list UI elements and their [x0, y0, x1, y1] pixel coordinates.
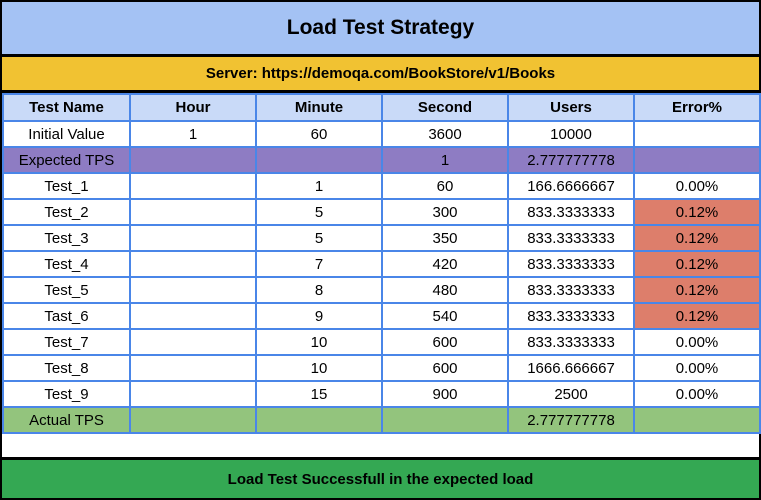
cell-second[interactable] [381, 406, 509, 434]
cell-hour[interactable] [129, 406, 257, 434]
cell-test-name[interactable]: Test_8 [2, 354, 131, 382]
cell-minute[interactable]: 5 [255, 198, 383, 226]
cell-users[interactable]: 833.3333333 [507, 250, 635, 278]
cell-second[interactable]: 300 [381, 198, 509, 226]
cell-test-name[interactable]: Test_2 [2, 198, 131, 226]
cell-hour[interactable]: 1 [129, 120, 257, 148]
table-header-row: Test Name Hour Minute Second Users Error… [2, 93, 761, 122]
cell-second[interactable]: 350 [381, 224, 509, 252]
cell-error[interactable]: 0.12% [633, 276, 761, 304]
cell-second[interactable]: 600 [381, 328, 509, 356]
cell-users[interactable]: 2500 [507, 380, 635, 408]
col-header-minute[interactable]: Minute [255, 93, 383, 122]
table-row: Test_5 8 480 833.3333333 0.12% [2, 276, 761, 304]
cell-hour[interactable] [129, 302, 257, 330]
cell-second[interactable]: 480 [381, 276, 509, 304]
cell-minute[interactable]: 10 [255, 354, 383, 382]
cell-hour[interactable] [129, 354, 257, 382]
cell-hour[interactable] [129, 146, 257, 174]
cell-test-name[interactable]: Test_5 [2, 276, 131, 304]
result-banner[interactable]: Load Test Successfull in the expected lo… [2, 457, 759, 498]
cell-users[interactable]: 1666.666667 [507, 354, 635, 382]
cell-second[interactable]: 540 [381, 302, 509, 330]
col-header-hour[interactable]: Hour [129, 93, 257, 122]
table-row: Test_9 15 900 2500 0.00% [2, 380, 761, 408]
cell-minute[interactable]: 7 [255, 250, 383, 278]
cell-users[interactable]: 833.3333333 [507, 302, 635, 330]
cell-error[interactable]: 0.12% [633, 302, 761, 330]
cell-error[interactable]: 0.00% [633, 172, 761, 200]
cell-minute[interactable]: 9 [255, 302, 383, 330]
cell-test-name[interactable]: Test_4 [2, 250, 131, 278]
cell-hour[interactable] [129, 198, 257, 226]
cell-hour[interactable] [129, 250, 257, 278]
cell-test-name[interactable]: Initial Value [2, 120, 131, 148]
cell-second[interactable]: 1 [381, 146, 509, 174]
cell-minute[interactable] [255, 406, 383, 434]
cell-hour[interactable] [129, 224, 257, 252]
col-header-test-name[interactable]: Test Name [2, 93, 131, 122]
cell-error[interactable] [633, 146, 761, 174]
cell-error[interactable] [633, 406, 761, 434]
table-row: Test_4 7 420 833.3333333 0.12% [2, 250, 761, 278]
table-row: Test_1 1 60 166.6666667 0.00% [2, 172, 761, 200]
cell-second[interactable]: 900 [381, 380, 509, 408]
table-row: Test_7 10 600 833.3333333 0.00% [2, 328, 761, 356]
cell-second[interactable]: 3600 [381, 120, 509, 148]
cell-error[interactable]: 0.00% [633, 380, 761, 408]
col-header-users[interactable]: Users [507, 93, 635, 122]
table-row: Initial Value 1 60 3600 10000 [2, 120, 761, 148]
cell-second[interactable]: 600 [381, 354, 509, 382]
cell-users[interactable]: 833.3333333 [507, 328, 635, 356]
cell-error[interactable]: 0.12% [633, 198, 761, 226]
cell-minute[interactable]: 15 [255, 380, 383, 408]
load-test-table: Test Name Hour Minute Second Users Error… [2, 93, 761, 434]
cell-error[interactable]: 0.12% [633, 250, 761, 278]
cell-test-name[interactable]: Tast_6 [2, 302, 131, 330]
cell-test-name[interactable]: Test_7 [2, 328, 131, 356]
cell-error[interactable]: 0.00% [633, 328, 761, 356]
cell-minute[interactable]: 1 [255, 172, 383, 200]
cell-hour[interactable] [129, 328, 257, 356]
table-row: Test_2 5 300 833.3333333 0.12% [2, 198, 761, 226]
cell-users[interactable]: 2.777777778 [507, 406, 635, 434]
cell-test-name[interactable]: Test_9 [2, 380, 131, 408]
cell-users[interactable]: 10000 [507, 120, 635, 148]
cell-minute[interactable]: 10 [255, 328, 383, 356]
table-row: Expected TPS 1 2.777777778 [2, 146, 761, 174]
cell-error[interactable] [633, 120, 761, 148]
table-row: Test_3 5 350 833.3333333 0.12% [2, 224, 761, 252]
cell-test-name[interactable]: Test_1 [2, 172, 131, 200]
cell-hour[interactable] [129, 172, 257, 200]
table-row: Tast_6 9 540 833.3333333 0.12% [2, 302, 761, 330]
cell-minute[interactable]: 60 [255, 120, 383, 148]
table-row: Actual TPS 2.777777778 [2, 406, 761, 434]
col-header-error[interactable]: Error% [633, 93, 761, 122]
cell-test-name[interactable]: Test_3 [2, 224, 131, 252]
cell-hour[interactable] [129, 276, 257, 304]
spreadsheet: Load Test Strategy Server: https://demoq… [0, 0, 761, 500]
cell-users[interactable]: 833.3333333 [507, 224, 635, 252]
cell-test-name[interactable]: Expected TPS [2, 146, 131, 174]
sheet-title[interactable]: Load Test Strategy [2, 2, 759, 57]
cell-second[interactable]: 420 [381, 250, 509, 278]
cell-error[interactable]: 0.12% [633, 224, 761, 252]
cell-users[interactable]: 2.777777778 [507, 146, 635, 174]
cell-users[interactable]: 833.3333333 [507, 276, 635, 304]
cell-second[interactable]: 60 [381, 172, 509, 200]
col-header-second[interactable]: Second [381, 93, 509, 122]
table-row: Test_8 10 600 1666.666667 0.00% [2, 354, 761, 382]
cell-users[interactable]: 833.3333333 [507, 198, 635, 226]
cell-minute[interactable]: 8 [255, 276, 383, 304]
cell-users[interactable]: 166.6666667 [507, 172, 635, 200]
cell-test-name[interactable]: Actual TPS [2, 406, 131, 434]
cell-minute[interactable] [255, 146, 383, 174]
cell-hour[interactable] [129, 380, 257, 408]
cell-minute[interactable]: 5 [255, 224, 383, 252]
server-url-banner[interactable]: Server: https://demoqa.com/BookStore/v1/… [2, 57, 759, 93]
cell-error[interactable]: 0.00% [633, 354, 761, 382]
